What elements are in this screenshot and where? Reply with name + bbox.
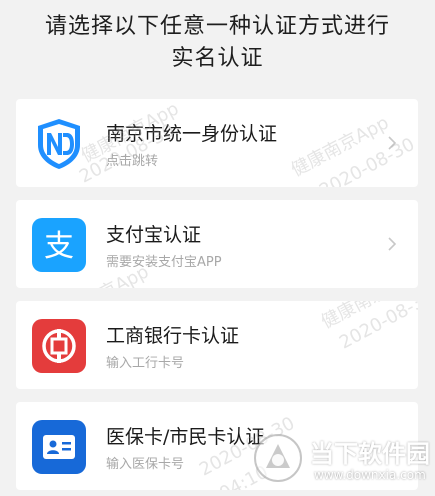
option-nanjing-identity[interactable]: 南京市统一身份认证 点击跳转 健康南京App 2020-08-30 健康南京Ap…: [16, 99, 418, 187]
id-card-icon: [32, 420, 86, 474]
alipay-icon: 支: [32, 218, 86, 272]
brand-logo-icon: [254, 434, 302, 482]
icbc-icon: [32, 319, 86, 373]
option-subtitle: 需要安装支付宝APP: [106, 255, 222, 270]
watermark-date: 2020-08-30: [336, 301, 418, 354]
option-title: 工商银行卡认证: [106, 325, 240, 347]
option-subtitle: 输入医保卡号: [106, 457, 185, 472]
watermark-app: 健康南京App: [287, 112, 393, 182]
option-title: 医保卡/市民卡认证: [106, 426, 265, 448]
option-subtitle: 点击跳转: [106, 154, 159, 169]
brand-name: 当下软件园: [310, 440, 430, 468]
nd-shield-icon: [32, 117, 86, 171]
brand-url: www.downxia.com: [314, 468, 426, 482]
option-title: 支付宝认证: [106, 224, 202, 246]
svg-text:支: 支: [44, 229, 74, 264]
option-title: 南京市统一身份认证: [106, 123, 278, 145]
site-brand-watermark: 当下软件园 www.downxia.com: [252, 430, 432, 492]
page-title-line-2: 实名认证: [171, 46, 264, 71]
option-subtitle: 输入工行卡号: [106, 356, 185, 371]
page-header: 请选择以下任意一种认证方式进行 实名认证: [0, 0, 435, 82]
chevron-right-icon: [388, 136, 397, 150]
option-alipay[interactable]: 支 支付宝认证 需要安装支付宝APP 健康南京App: [16, 200, 418, 288]
page-title-line-1: 请选择以下任意一种认证方式进行: [44, 14, 390, 39]
option-icbc-card[interactable]: 工商银行卡认证 输入工行卡号 健康南京App 2020-08-30: [16, 301, 418, 389]
chevron-right-icon: [388, 237, 397, 251]
watermark-date: 2020-08-30: [316, 133, 418, 187]
watermark-app: 健康南京App: [316, 301, 418, 334]
